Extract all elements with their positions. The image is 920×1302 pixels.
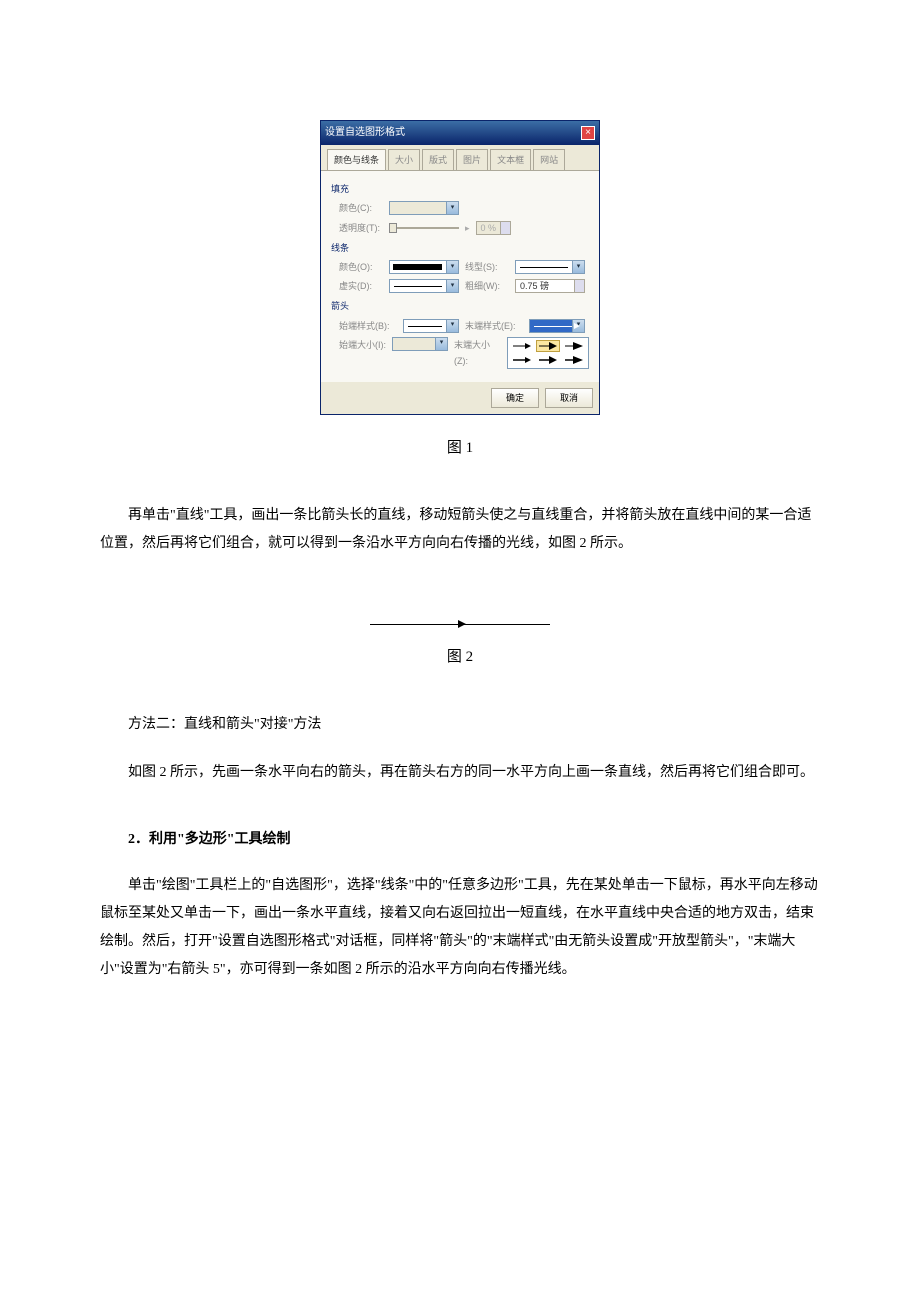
begin-style-label: 始端样式(B): xyxy=(339,318,397,334)
document-page: 设置自选图形格式 × 颜色与线条 大小 版式 图片 文本框 网站 填充 颜色(C… xyxy=(0,0,920,1064)
dialog-footer: 确定 取消 xyxy=(321,382,599,414)
begin-size-dropdown[interactable]: ▾ xyxy=(392,337,448,351)
begin-size-label: 始端大小(I): xyxy=(339,337,386,353)
weight-input[interactable]: 0.75 磅 xyxy=(515,279,585,293)
chevron-down-icon: ▾ xyxy=(435,338,447,350)
paragraph-1: 再单击"直线"工具，画出一条比箭头长的直线，移动短箭头使之与直线重合，并将箭头放… xyxy=(100,502,820,558)
tab-layout[interactable]: 版式 xyxy=(422,149,454,170)
weight-label: 粗细(W): xyxy=(465,278,509,294)
line-color-label: 颜色(O): xyxy=(339,259,383,275)
end-size-grid[interactable] xyxy=(507,337,589,369)
chevron-down-icon: ▾ xyxy=(446,202,458,214)
arrow-size-2[interactable] xyxy=(536,340,560,352)
dialog-title: 设置自选图形格式 xyxy=(325,124,405,142)
arrow-size-4[interactable] xyxy=(510,354,534,366)
end-style-label: 末端样式(E): xyxy=(465,318,523,334)
dialog-tabs: 颜色与线条 大小 版式 图片 文本框 网站 xyxy=(321,145,599,170)
section-2-title: 2．利用"多边形"工具绘制 xyxy=(100,827,820,852)
figure-1-caption: 图 1 xyxy=(100,435,820,462)
chevron-down-icon: ▾ xyxy=(446,320,458,332)
tab-textbox[interactable]: 文本框 xyxy=(490,149,531,170)
figure-2-wrap xyxy=(100,618,820,630)
section-fill: 填充 xyxy=(331,181,589,197)
fill-color-dropdown[interactable]: ▾ xyxy=(389,201,459,215)
figure-2-caption: 图 2 xyxy=(100,644,820,671)
transparency-slider[interactable] xyxy=(389,221,459,235)
close-icon[interactable]: × xyxy=(581,126,595,140)
chevron-down-icon: ▾ xyxy=(446,261,458,273)
fill-color-label: 颜色(C): xyxy=(339,200,383,216)
transparency-label: 透明度(T): xyxy=(339,220,383,236)
chevron-down-icon: ▾ xyxy=(572,261,584,273)
arrow-size-1[interactable] xyxy=(510,340,534,352)
transparency-value[interactable]: 0 % xyxy=(476,221,512,235)
cancel-button[interactable]: 取消 xyxy=(545,388,593,408)
dialog-titlebar: 设置自选图形格式 × xyxy=(321,121,599,145)
arrow-size-6[interactable] xyxy=(562,354,586,366)
figure-2-arrow-icon xyxy=(370,618,550,630)
line-color-dropdown[interactable]: ▾ xyxy=(389,260,459,274)
format-autoshape-dialog: 设置自选图形格式 × 颜色与线条 大小 版式 图片 文本框 网站 填充 颜色(C… xyxy=(320,120,600,415)
paragraph-2: 方法二：直线和箭头"对接"方法 xyxy=(100,711,820,739)
arrow-size-3[interactable] xyxy=(562,340,586,352)
section-line: 线条 xyxy=(331,240,589,256)
tab-colors-lines[interactable]: 颜色与线条 xyxy=(327,149,386,170)
arrow-size-5[interactable] xyxy=(536,354,560,366)
paragraph-3: 如图 2 所示，先画一条水平向右的箭头，再在箭头右方的同一水平方向上画一条直线，… xyxy=(100,759,820,787)
tab-size[interactable]: 大小 xyxy=(388,149,420,170)
end-style-dropdown[interactable]: ▾ xyxy=(529,319,585,333)
section-arrow: 箭头 xyxy=(331,298,589,314)
tab-picture[interactable]: 图片 xyxy=(456,149,488,170)
line-style-dropdown[interactable]: ▾ xyxy=(515,260,585,274)
dash-dropdown[interactable]: ▾ xyxy=(389,279,459,293)
figure-1-dialog-wrap: 设置自选图形格式 × 颜色与线条 大小 版式 图片 文本框 网站 填充 颜色(C… xyxy=(100,120,820,415)
begin-style-dropdown[interactable]: ▾ xyxy=(403,319,459,333)
tab-web[interactable]: 网站 xyxy=(533,149,565,170)
chevron-down-icon: ▾ xyxy=(446,280,458,292)
dash-label: 虚实(D): xyxy=(339,278,383,294)
end-size-label: 末端大小(Z): xyxy=(454,337,501,369)
dialog-body: 填充 颜色(C): ▾ 透明度(T): ▸ 0 % 线条 颜色(O): ▾ 线型… xyxy=(321,170,599,382)
ok-button[interactable]: 确定 xyxy=(491,388,539,408)
paragraph-4: 单击"绘图"工具栏上的"自选图形"，选择"线条"中的"任意多边形"工具，先在某处… xyxy=(100,872,820,984)
chevron-down-icon: ▾ xyxy=(572,320,584,332)
line-style-label: 线型(S): xyxy=(465,259,509,275)
